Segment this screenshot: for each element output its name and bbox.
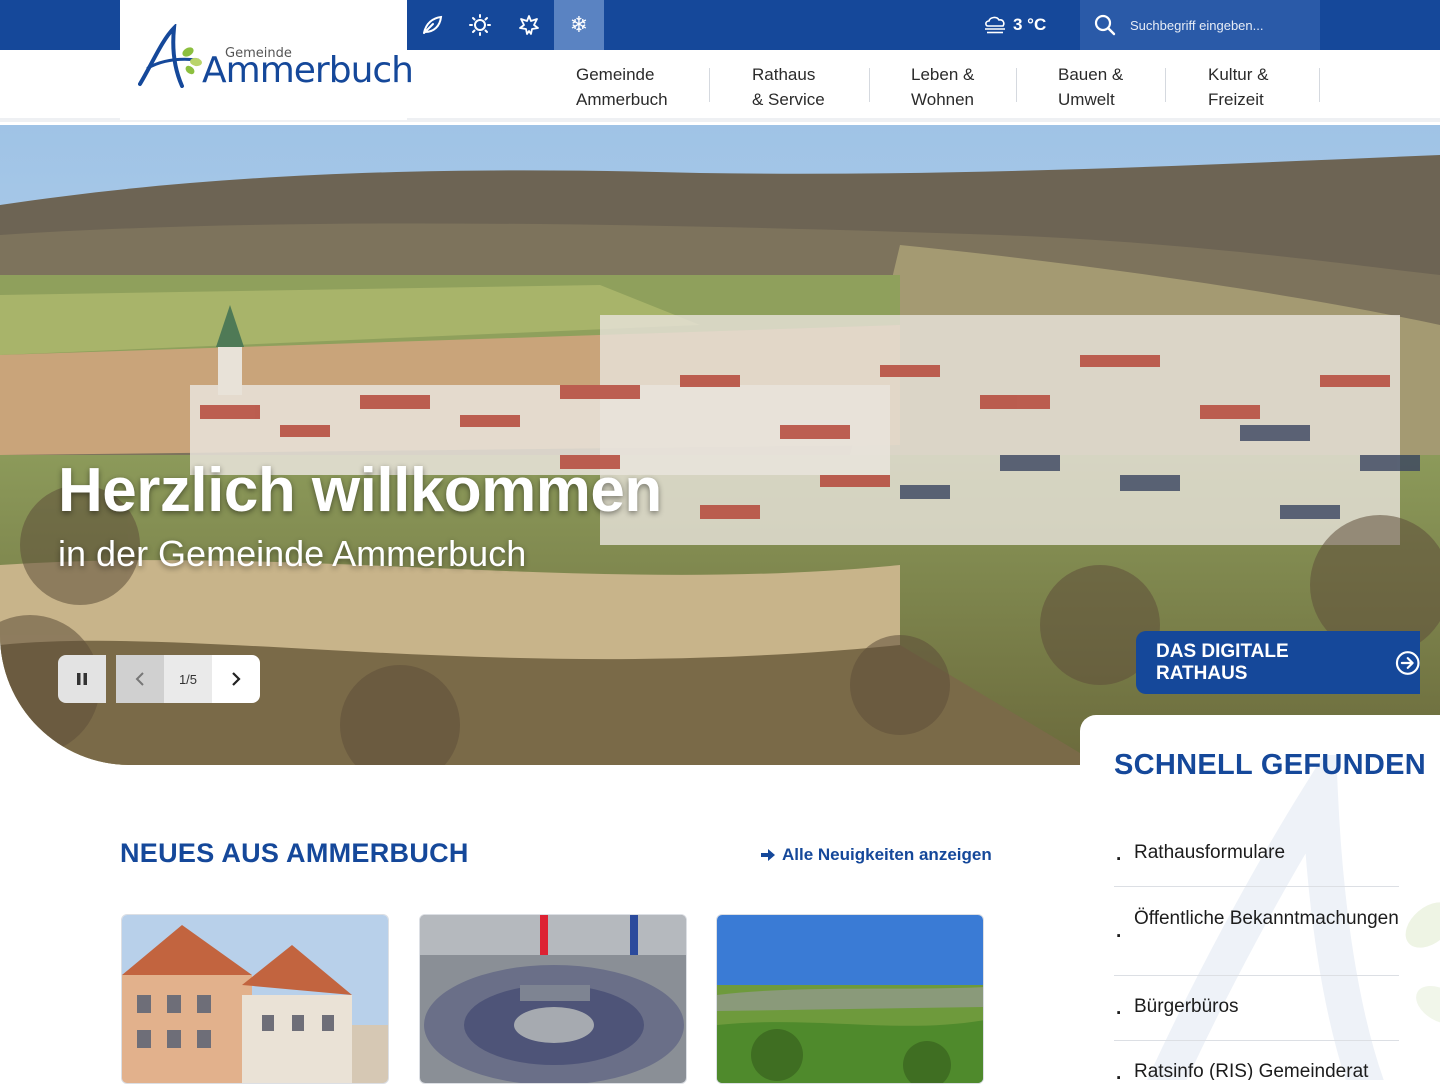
news-section-title: NEUES AUS AMMERBUCH (120, 838, 469, 868)
nav-gemeinde-ammerbuch[interactable]: Gemeinde Ammerbuch (576, 62, 668, 112)
slide-counter: 1/5 (164, 655, 212, 703)
pause-icon (77, 673, 87, 685)
quick-link-bekanntmachungen[interactable]: Öffentliche Bekanntmachungen (1114, 899, 1399, 976)
summer-icon[interactable] (455, 0, 505, 50)
news-image-rathaus (122, 915, 388, 1083)
news-card[interactable] (716, 914, 984, 1084)
arrow-right-icon (761, 849, 775, 861)
snowflake-glyph: ❄ (569, 12, 589, 37)
weather-temp: 3 °C (1013, 15, 1047, 34)
logo-title: Ammerbuch (202, 50, 414, 91)
pause-button[interactable] (58, 655, 106, 703)
digital-rathaus-button[interactable]: DAS DIGITALE RATHAUS (1136, 631, 1420, 694)
autumn-icon[interactable] (504, 0, 554, 50)
search-bar[interactable] (1080, 0, 1320, 50)
arrow-circle-right-icon (1395, 650, 1420, 675)
hero-subtitle: in der Gemeinde Ammerbuch (58, 533, 527, 574)
search-icon[interactable] (1080, 0, 1130, 50)
nav-bauen-umwelt[interactable]: Bauen & Umwelt (1058, 62, 1123, 112)
nav-kultur-freizeit[interactable]: Kultur & Freizeit (1208, 62, 1268, 112)
quick-links-title: SCHNELL GEFUNDEN (1114, 749, 1427, 781)
all-news-link[interactable]: Alle Neuigkeiten anzeigen (760, 845, 992, 865)
news-card[interactable] (419, 914, 687, 1084)
nav-divider (709, 68, 710, 102)
search-input[interactable] (1130, 17, 1310, 33)
spring-icon[interactable] (407, 0, 457, 50)
digital-rathaus-label: DAS DIGITALE RATHAUS (1156, 640, 1289, 684)
cloud-fog-icon (985, 16, 1005, 34)
nav-rathaus-service[interactable]: Rathaus & Service (752, 62, 825, 112)
nav-divider (869, 68, 870, 102)
nav-leben-wohnen[interactable]: Leben & Wohnen (911, 62, 974, 112)
previous-slide-button[interactable] (116, 655, 164, 703)
quick-link-rathausformulare[interactable]: Rathausformulare (1114, 833, 1399, 887)
nav-divider (1319, 68, 1320, 102)
nav-divider (1016, 68, 1017, 102)
chevron-left-icon (135, 672, 144, 686)
all-news-label: Alle Neuigkeiten anzeigen (782, 845, 992, 864)
weather-widget: 3 °C (983, 0, 1046, 50)
news-image-bundestag (420, 915, 686, 1083)
logo-a-icon (138, 24, 202, 88)
quick-link-buergerbueros[interactable]: Bürgerbüros (1114, 987, 1399, 1041)
winter-icon[interactable]: ❄ (554, 0, 604, 50)
news-image-landscape (717, 915, 983, 1083)
logo[interactable]: Gemeinde Ammerbuch (120, 0, 414, 120)
chevron-right-icon (232, 672, 241, 686)
nav-divider (1165, 68, 1166, 102)
quick-link-ratsinfo[interactable]: Ratsinfo (RIS) Gemeinderat (1114, 1052, 1399, 1080)
news-card[interactable] (121, 914, 389, 1084)
next-slide-button[interactable] (212, 655, 260, 703)
hero-title: Herzlich willkommen (58, 456, 662, 525)
quick-links-panel: SCHNELL GEFUNDEN Rathausformulare Öffent… (1080, 715, 1440, 1080)
